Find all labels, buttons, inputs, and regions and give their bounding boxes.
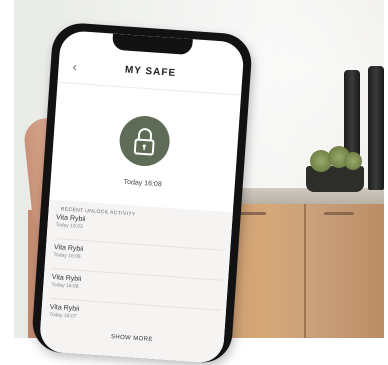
lock-icon: [118, 114, 171, 167]
lock-button[interactable]: [118, 114, 171, 167]
phone-screen: ‹ MY SAFE Today 16:08 RECENT UNLOCK ACTI…: [39, 30, 245, 364]
phone-notch: [112, 34, 193, 56]
activity-panel: RECENT UNLOCK ACTIVITY Vita Rybii Today …: [39, 200, 233, 364]
plant: [344, 152, 362, 170]
cabinet-handle: [324, 212, 354, 215]
cabinet-divider: [304, 204, 306, 338]
last-unlock-time: Today 16:08: [51, 174, 235, 194]
salt-grinder: [368, 66, 384, 190]
app-header: ‹ MY SAFE: [57, 52, 243, 96]
phone: ‹ MY SAFE Today 16:08 RECENT UNLOCK ACTI…: [31, 21, 254, 364]
page-title: MY SAFE: [58, 60, 242, 84]
